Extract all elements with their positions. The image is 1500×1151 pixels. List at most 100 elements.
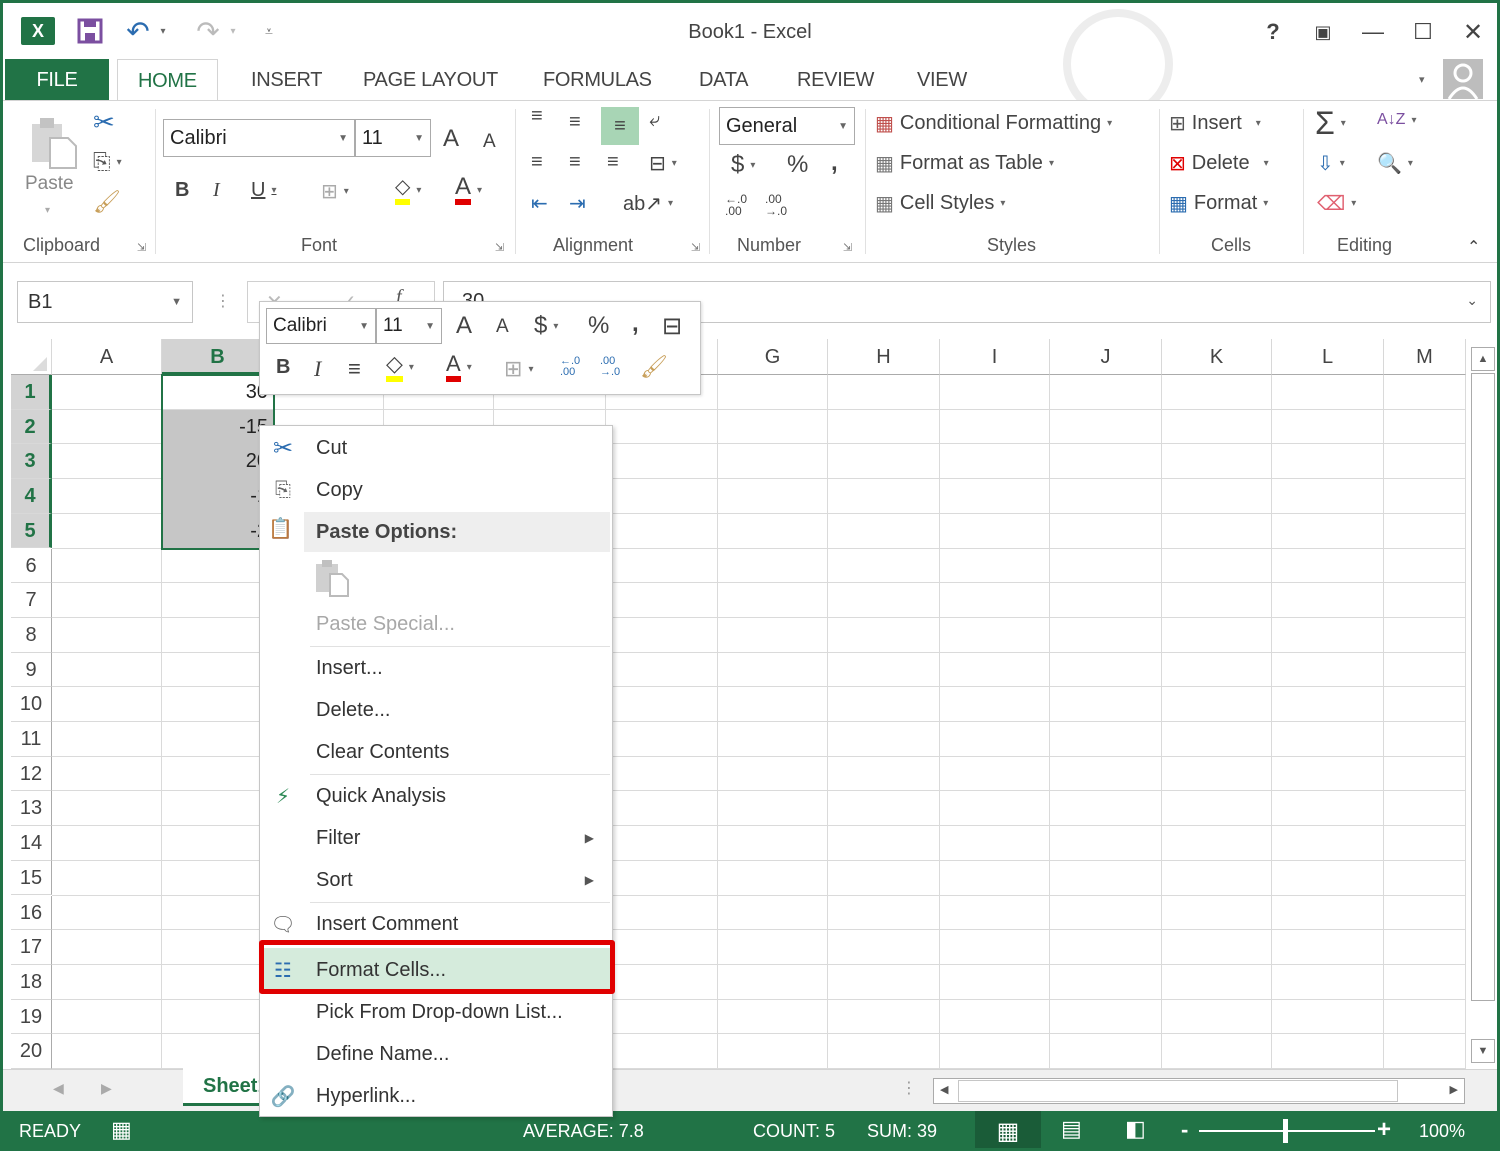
mini-accounting-button[interactable]: $ ▾: [534, 312, 558, 340]
mini-decrease-decimal-button[interactable]: .00 →.0: [600, 356, 628, 378]
mini-italic-button[interactable]: I: [314, 356, 321, 382]
decrease-decimal-button[interactable]: .00 →.0: [765, 193, 795, 217]
align-center-icon[interactable]: ≡: [569, 151, 581, 174]
mini-bold-button[interactable]: B: [276, 356, 290, 379]
tab-home[interactable]: HOME: [117, 59, 218, 103]
row-header-17[interactable]: 17: [11, 930, 52, 965]
insert-cells-button[interactable]: ⊞ Insert ▾: [1169, 111, 1261, 136]
select-all-corner[interactable]: [11, 339, 52, 375]
mini-grow-font-button[interactable]: A: [456, 312, 472, 340]
mini-comma-button[interactable]: ,: [632, 310, 639, 338]
row-header-11[interactable]: 11: [11, 722, 52, 757]
clear-button[interactable]: ⌫ ▾: [1317, 191, 1356, 216]
mini-percent-button[interactable]: %: [588, 312, 609, 340]
row-header-16[interactable]: 16: [11, 895, 52, 931]
row-header-14[interactable]: 14: [11, 826, 52, 861]
tab-data[interactable]: DATA: [679, 59, 768, 101]
middle-align-icon[interactable]: ≡: [569, 111, 581, 134]
fill-color-button[interactable]: ◇ ▾: [395, 175, 421, 205]
tab-page-layout[interactable]: PAGE LAYOUT: [343, 59, 518, 101]
tab-file[interactable]: FILE: [5, 59, 109, 101]
delete-cells-button[interactable]: ⊠ Delete ▾: [1169, 151, 1269, 176]
column-header-i[interactable]: I: [940, 339, 1050, 375]
tab-insert[interactable]: INSERT: [231, 59, 342, 101]
bold-button[interactable]: B: [175, 179, 189, 202]
column-header-l[interactable]: L: [1272, 339, 1384, 375]
conditional-formatting-button[interactable]: ▦ Conditional Formatting ▾: [875, 111, 1112, 136]
name-box[interactable]: B1 ▼: [17, 281, 193, 323]
autosum-button[interactable]: Σ ▾: [1315, 105, 1346, 142]
column-header-h[interactable]: H: [828, 339, 940, 375]
tab-split-grip-icon[interactable]: ⋮: [901, 1078, 917, 1098]
menu-item-insert[interactable]: Insert...: [260, 648, 612, 688]
expand-formula-bar-icon[interactable]: ⌄: [1466, 292, 1478, 309]
maximize-button[interactable]: ☐: [1403, 15, 1443, 49]
font-launcher-icon[interactable]: ⇲: [495, 241, 504, 254]
row-header-3[interactable]: 3: [11, 444, 52, 480]
zoom-slider-thumb[interactable]: [1283, 1119, 1288, 1143]
mini-font-size-select[interactable]: 11 ▼: [376, 308, 442, 344]
row-header-20[interactable]: 20: [11, 1034, 52, 1069]
format-cells-ribbon-button[interactable]: ▦ Format ▾: [1169, 191, 1268, 216]
font-size-select[interactable]: 11 ▼: [355, 119, 431, 157]
format-painter-icon[interactable]: 🖌: [93, 189, 121, 215]
number-launcher-icon[interactable]: ⇲: [843, 241, 852, 254]
copy-icon[interactable]: ⎘ ▾: [93, 149, 122, 175]
mini-font-color-button[interactable]: A ▾: [446, 352, 472, 382]
mini-borders-button[interactable]: ⊞ ▾: [504, 356, 533, 382]
column-header-b[interactable]: B: [162, 339, 274, 375]
shrink-font-button[interactable]: A: [483, 131, 496, 153]
column-header-k[interactable]: K: [1162, 339, 1272, 375]
zoom-in-button[interactable]: +: [1377, 1116, 1391, 1144]
page-layout-view-button[interactable]: ▤: [1061, 1116, 1082, 1142]
next-sheet-icon[interactable]: ▶: [101, 1080, 112, 1097]
row-header-1[interactable]: 1: [11, 375, 52, 410]
row-header-15[interactable]: 15: [11, 860, 52, 896]
number-format-select[interactable]: General ▼: [719, 107, 855, 145]
font-name-select[interactable]: Calibri ▼: [163, 119, 355, 157]
format-as-table-button[interactable]: ▦ Format as Table ▾: [875, 151, 1054, 176]
prev-sheet-icon[interactable]: ◀: [53, 1080, 64, 1097]
macro-recording-icon[interactable]: ▦: [111, 1117, 132, 1143]
scroll-right-button[interactable]: ▶: [1450, 1083, 1458, 1096]
row-header-7[interactable]: 7: [11, 583, 52, 618]
percent-style-button[interactable]: %: [787, 151, 808, 179]
menu-item-clear-contents[interactable]: Clear Contents: [260, 732, 612, 772]
mini-center-align-icon[interactable]: ≡: [348, 356, 361, 382]
ribbon-display-options-button[interactable]: ▣: [1303, 15, 1343, 49]
row-header-6[interactable]: 6: [11, 548, 52, 584]
wrap-text-icon[interactable]: ⤶: [649, 109, 660, 132]
borders-button[interactable]: ⊞ ▾: [321, 179, 349, 204]
align-right-icon[interactable]: ≡: [607, 151, 619, 174]
italic-button[interactable]: I: [213, 179, 220, 202]
minimize-button[interactable]: —: [1353, 15, 1393, 49]
menu-item-insert-comment[interactable]: 🗨 Insert Comment: [260, 904, 612, 944]
account-dropdown-icon[interactable]: ▾: [1419, 73, 1425, 86]
row-header-12[interactable]: 12: [11, 756, 52, 792]
paste-option-button[interactable]: [314, 558, 350, 598]
mini-format-painter-icon[interactable]: 🖌: [640, 354, 668, 380]
sort-filter-button[interactable]: A↓Z ▾: [1377, 111, 1416, 129]
tab-review[interactable]: REVIEW: [777, 59, 894, 101]
mini-increase-decimal-button[interactable]: ←.0.00: [560, 356, 588, 378]
spreadsheet-grid[interactable]: ABCDEFGHIJKLM123456789101112131415161718…: [11, 339, 1467, 1071]
row-header-13[interactable]: 13: [11, 791, 52, 827]
bottom-align-icon[interactable]: ≡: [601, 107, 639, 145]
increase-decimal-button[interactable]: ←.0 .00: [725, 193, 755, 217]
menu-item-sort[interactable]: Sort ▶: [260, 860, 612, 900]
close-button[interactable]: ✕: [1453, 15, 1493, 49]
menu-item-pick-from-list[interactable]: Pick From Drop-down List...: [260, 992, 612, 1032]
tab-view[interactable]: VIEW: [897, 59, 987, 101]
normal-view-button[interactable]: ▦: [975, 1111, 1041, 1148]
scroll-left-button[interactable]: ◀: [940, 1083, 948, 1096]
scroll-up-button[interactable]: ▲: [1471, 347, 1495, 371]
column-header-j[interactable]: J: [1050, 339, 1162, 375]
clipboard-launcher-icon[interactable]: ⇲: [137, 241, 146, 254]
align-left-icon[interactable]: ≡: [531, 151, 543, 174]
top-align-icon[interactable]: ≡: [531, 105, 543, 128]
fill-button[interactable]: ⇩ ▾: [1317, 151, 1345, 176]
menu-item-hyperlink[interactable]: 🔗 Hyperlink...: [260, 1076, 612, 1116]
horizontal-scroll-thumb[interactable]: [958, 1080, 1398, 1102]
cell-styles-button[interactable]: ▦ Cell Styles ▾: [875, 191, 1005, 216]
paste-button[interactable]: Paste: [25, 173, 74, 195]
